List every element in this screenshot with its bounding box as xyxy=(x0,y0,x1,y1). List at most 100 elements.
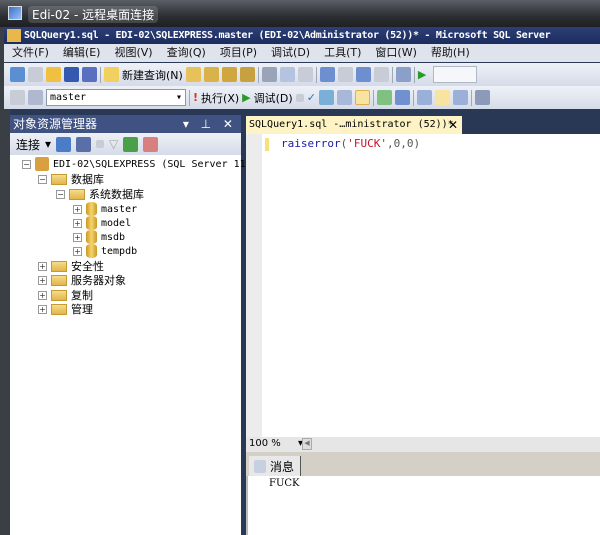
expand-icon[interactable]: + xyxy=(73,204,82,214)
database-icon xyxy=(86,244,97,258)
menu-query[interactable]: 查询(Q) xyxy=(167,44,206,62)
separator xyxy=(470,89,472,106)
connect-server-icon[interactable] xyxy=(56,136,72,152)
node-label: 管理 xyxy=(71,303,93,316)
tree-node-server-objects[interactable]: + 服务器对象 xyxy=(38,273,126,287)
folder-icon xyxy=(51,289,67,301)
cut-icon[interactable] xyxy=(261,67,277,82)
execute-icon: ! xyxy=(193,91,199,104)
tree-node-server[interactable]: − EDI-02\SQLEXPRESS (SQL Server 11.0. xyxy=(22,157,264,171)
debug-button[interactable]: 调试(D) xyxy=(254,90,293,106)
collapse-icon[interactable]: − xyxy=(22,159,31,169)
comment-icon[interactable] xyxy=(474,90,490,105)
expand-icon[interactable]: + xyxy=(73,218,82,228)
expand-icon[interactable]: + xyxy=(38,275,47,285)
change-connection-icon[interactable] xyxy=(28,90,43,105)
query-designer-icon[interactable] xyxy=(336,90,352,105)
menu-help[interactable]: 帮助(H) xyxy=(431,44,470,62)
solution-config-combo[interactable] xyxy=(433,66,478,83)
copy-icon[interactable] xyxy=(279,67,295,82)
expand-icon[interactable]: + xyxy=(38,290,47,300)
expand-icon[interactable]: + xyxy=(73,246,82,256)
scroll-left-button[interactable]: ◀ xyxy=(302,438,312,450)
panel-buttons[interactable]: ▾ ⊥ ✕ xyxy=(183,115,237,133)
menu-edit[interactable]: 编辑(E) xyxy=(63,44,101,62)
rdp-icon xyxy=(8,6,22,20)
dmx-query-icon[interactable] xyxy=(221,67,237,82)
redo-icon[interactable] xyxy=(337,67,353,82)
collapse-icon[interactable]: − xyxy=(38,174,47,184)
save-icon[interactable] xyxy=(64,67,79,82)
database-icon xyxy=(86,230,97,244)
expand-icon[interactable]: + xyxy=(38,261,47,271)
results-tabs: 消息 xyxy=(246,452,600,476)
tab-label: 消息 xyxy=(270,459,295,474)
tree-node-msdb[interactable]: + msdb xyxy=(73,230,125,244)
refresh-icon[interactable] xyxy=(123,136,139,152)
sql-editor-toolbar: master ▾ ! 执行(X) ▶ 调试(D) ✓ xyxy=(4,86,600,109)
stop-icon[interactable] xyxy=(295,93,304,102)
tree-node-databases[interactable]: − 数据库 xyxy=(38,172,104,186)
document-tab[interactable]: SQLQuery1.sql -…ministrator (52))* ✕ xyxy=(246,116,462,134)
database-value: master xyxy=(50,92,87,103)
tree-node-model[interactable]: + model xyxy=(73,216,131,230)
rdp-title-bar: Edi-02 - 远程桌面连接 xyxy=(0,0,600,27)
stop-icon[interactable] xyxy=(96,140,105,148)
close-icon[interactable]: ✕ xyxy=(448,116,458,134)
menu-tools[interactable]: 工具(T) xyxy=(324,44,361,62)
connect-icon[interactable] xyxy=(10,90,25,105)
filter-icon[interactable]: ▽ xyxy=(109,137,118,151)
menu-file[interactable]: 文件(F) xyxy=(12,44,49,62)
navigate-icon[interactable] xyxy=(355,67,371,82)
database-select[interactable]: master ▾ xyxy=(46,89,186,106)
folder-icon xyxy=(51,274,67,286)
add-item-icon[interactable] xyxy=(28,67,43,82)
undo-icon[interactable] xyxy=(319,67,335,82)
database-icon xyxy=(86,216,97,230)
menu-debug[interactable]: 调试(D) xyxy=(271,44,310,62)
connect-button[interactable]: 连接 xyxy=(16,136,40,153)
code-args: ,0,0 xyxy=(386,137,414,150)
results-to-grid-icon[interactable] xyxy=(354,90,370,105)
find-icon[interactable] xyxy=(373,67,389,82)
menu-project[interactable]: 项目(P) xyxy=(220,44,257,62)
disconnect-icon[interactable] xyxy=(76,136,92,152)
expand-icon[interactable]: + xyxy=(38,304,47,314)
xmla-query-icon[interactable] xyxy=(239,67,255,82)
start-icon[interactable]: ▶ xyxy=(418,68,426,81)
include-plan-icon[interactable] xyxy=(376,90,392,105)
zoom-select[interactable]: 100 % ▾ xyxy=(249,438,303,449)
tree-node-security[interactable]: + 安全性 xyxy=(38,259,104,273)
debug-icon: ▶ xyxy=(242,91,251,104)
activity-monitor-icon[interactable] xyxy=(395,67,411,82)
results-to-text-icon[interactable] xyxy=(416,90,432,105)
tab-messages[interactable]: 消息 xyxy=(249,456,301,476)
client-stats-icon[interactable] xyxy=(394,90,410,105)
query-editor[interactable]: raiserror('FUCK',0,0) xyxy=(246,134,600,437)
tree-node-tempdb[interactable]: + tempdb xyxy=(73,244,137,258)
db-engine-query-icon[interactable] xyxy=(185,67,201,82)
collapse-icon[interactable]: − xyxy=(56,189,65,199)
tree-node-management[interactable]: + 管理 xyxy=(38,302,93,316)
menu-window[interactable]: 窗口(W) xyxy=(375,44,416,62)
zoom-value: 100 % xyxy=(249,438,281,449)
paste-icon[interactable] xyxy=(297,67,313,82)
tree-node-system-databases[interactable]: − 系统数据库 xyxy=(56,187,144,201)
results-to-file-icon[interactable] xyxy=(452,90,468,105)
execute-button[interactable]: 执行(X) xyxy=(201,90,239,106)
chevron-down-icon[interactable]: ▾ xyxy=(45,137,51,151)
activity-icon[interactable] xyxy=(143,136,159,152)
parse-icon[interactable]: ✓ xyxy=(307,91,316,104)
estimated-plan-icon[interactable] xyxy=(318,90,334,105)
results-grid-icon[interactable] xyxy=(434,90,450,105)
expand-icon[interactable]: + xyxy=(73,232,82,242)
tree-node-replication[interactable]: + 复制 xyxy=(38,288,93,302)
editor-gutter xyxy=(246,134,262,437)
new-query-button[interactable]: 新建查询(N) xyxy=(122,67,183,83)
analysis-query-icon[interactable] xyxy=(203,67,219,82)
new-project-icon[interactable] xyxy=(10,67,25,82)
menu-view[interactable]: 视图(V) xyxy=(114,44,152,62)
tree-node-master[interactable]: + master xyxy=(73,202,137,216)
save-all-icon[interactable] xyxy=(82,67,97,82)
open-file-icon[interactable] xyxy=(46,67,61,82)
